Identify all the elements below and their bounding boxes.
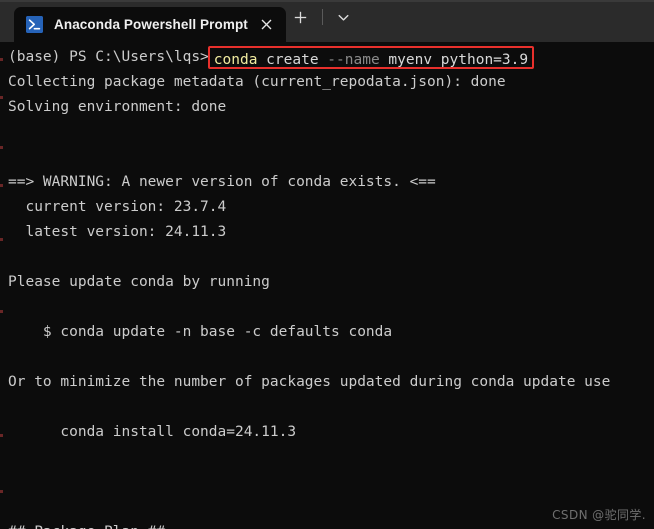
scroll-marks bbox=[0, 42, 4, 529]
output-line: ==> WARNING: A newer version of conda ex… bbox=[8, 174, 436, 190]
output-line: Collecting package metadata (current_rep… bbox=[8, 74, 506, 90]
command-text: conda create --name myenv python=3.9 bbox=[214, 52, 528, 68]
toolbar-separator bbox=[321, 9, 323, 25]
tab-anaconda-powershell-prompt[interactable]: Anaconda Powershell Prompt bbox=[14, 7, 286, 42]
highlighted-command-box: conda create --name myenv python=3.9 bbox=[207, 46, 535, 69]
titlebar-top-border bbox=[0, 0, 654, 2]
terminal-window: Anaconda Powershell Prompt (base) PS C:\… bbox=[0, 0, 654, 529]
prompt-prefix: (base) PS C:\Users\lqs> bbox=[8, 49, 209, 65]
command-token-conda: conda bbox=[213, 52, 258, 68]
chevron-down-icon bbox=[337, 11, 350, 24]
output-line: Or to minimize the number of packages up… bbox=[8, 374, 611, 390]
output-line: latest version: 24.11.3 bbox=[8, 224, 227, 240]
title-bar: Anaconda Powershell Prompt bbox=[0, 0, 654, 42]
tabbar-actions bbox=[286, 0, 359, 42]
powershell-icon bbox=[26, 16, 43, 33]
terminal-lines: (base) PS C:\Users\lqs> conda create --n… bbox=[8, 45, 654, 529]
output-line: current version: 23.7.4 bbox=[8, 199, 227, 215]
watermark: CSDN @驼同学. bbox=[552, 508, 646, 522]
close-icon[interactable] bbox=[256, 14, 278, 36]
output-line: Solving environment: done bbox=[8, 99, 227, 115]
terminal-output-area[interactable]: (base) PS C:\Users\lqs> conda create --n… bbox=[0, 42, 654, 529]
prompt-line: (base) PS C:\Users\lqs> conda create --n… bbox=[8, 45, 654, 70]
tab-dropdown-button[interactable] bbox=[329, 3, 359, 31]
output-line: $ conda update -n base -c defaults conda bbox=[8, 324, 393, 340]
command-token-name-flag: --name bbox=[327, 52, 380, 68]
command-token-args: myenv python=3.9 bbox=[379, 52, 529, 68]
output-line: conda install conda=24.11.3 bbox=[8, 424, 297, 440]
command-token-create: create bbox=[257, 52, 328, 68]
tab-strip: Anaconda Powershell Prompt bbox=[0, 0, 286, 42]
output-line: Please update conda by running bbox=[8, 274, 270, 290]
plus-icon bbox=[294, 11, 307, 24]
tab-title: Anaconda Powershell Prompt bbox=[54, 17, 248, 32]
new-tab-button[interactable] bbox=[286, 3, 316, 31]
